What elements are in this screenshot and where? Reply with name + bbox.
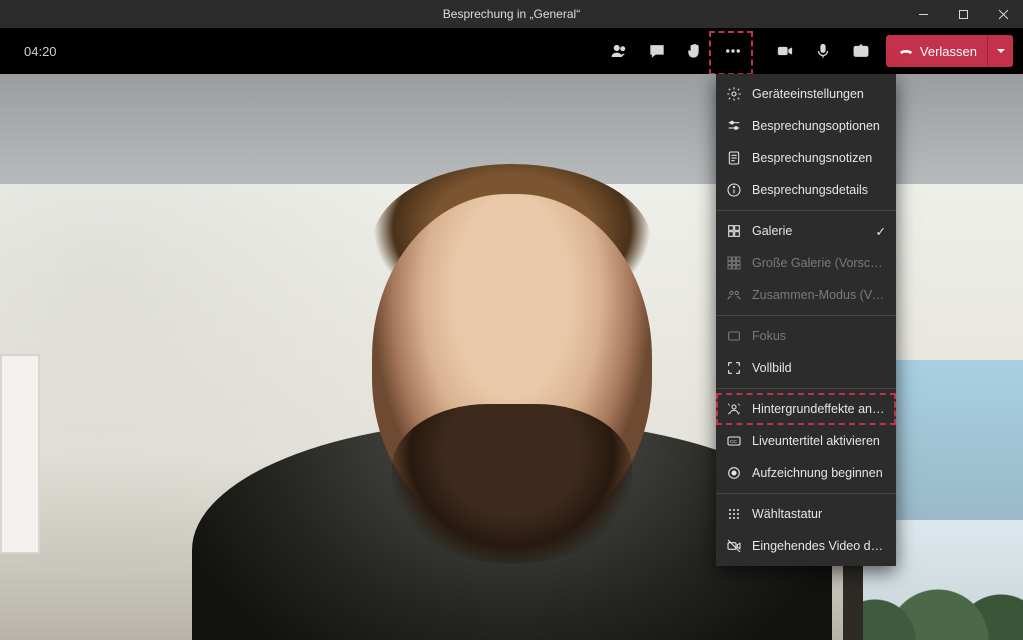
video-off-icon — [726, 538, 742, 554]
menu-item-label: Eingehendes Video deakt... — [752, 539, 886, 553]
info-icon — [726, 182, 742, 198]
menu-separator — [716, 388, 896, 389]
raise-hand-button[interactable] — [677, 33, 713, 69]
more-button[interactable] — [715, 33, 751, 69]
menu-item-together: Zusammen-Modus (Vorschau) — [716, 279, 896, 311]
mic-button[interactable] — [805, 33, 841, 69]
participants-button[interactable] — [601, 33, 637, 69]
menu-item-label: Große Galerie (Vorschau) — [752, 256, 886, 270]
gear-icon — [726, 86, 742, 102]
menu-item-label: Aufzeichnung beginnen — [752, 466, 886, 480]
title-bar: Besprechung in „General“ — [0, 0, 1023, 28]
more-menu: Geräteeinstellungen Besprechungsoptionen B… — [716, 74, 896, 566]
menu-item-label: Vollbild — [752, 361, 886, 375]
menu-item-dialpad[interactable]: Wähltastatur — [716, 498, 896, 530]
focus-icon — [726, 328, 742, 344]
menu-item-label: Liveuntertitel aktivieren — [752, 434, 886, 448]
leave-main[interactable]: Verlassen — [886, 42, 987, 61]
person-beard — [392, 404, 632, 564]
notes-icon — [726, 150, 742, 166]
menu-item-label: Hintergrundeffekte anwe... — [752, 402, 886, 416]
meeting-toolbar: 04:20 Verlassen — [0, 28, 1023, 74]
close-button[interactable] — [983, 0, 1023, 28]
menu-item-focus: Fokus — [716, 320, 896, 352]
together-icon — [726, 287, 742, 303]
menu-separator — [716, 493, 896, 494]
cc-icon: CC — [726, 433, 742, 449]
menu-item-label: Geräteeinstellungen — [752, 87, 886, 101]
menu-item-large-grid: Große Galerie (Vorschau) — [716, 247, 896, 279]
menu-item-label: Besprechungsoptionen — [752, 119, 886, 133]
dialpad-icon — [726, 506, 742, 522]
large-grid-icon — [726, 255, 742, 271]
fullscreen-icon — [726, 360, 742, 376]
menu-item-grid[interactable]: Galerie ✓ — [716, 215, 896, 247]
menu-item-cc[interactable]: CC Liveuntertitel aktivieren — [716, 425, 896, 457]
menu-item-background[interactable]: Hintergrundeffekte anwe... — [716, 393, 896, 425]
app-window: Besprechung in „General“ 04:20 — [0, 0, 1023, 640]
chat-button[interactable] — [639, 33, 675, 69]
menu-item-notes[interactable]: Besprechungsnotizen — [716, 142, 896, 174]
window-controls — [903, 0, 1023, 28]
sliders-icon — [726, 118, 742, 134]
leave-label: Verlassen — [920, 44, 977, 59]
menu-item-info[interactable]: Besprechungsdetails — [716, 174, 896, 206]
leave-caret[interactable] — [987, 35, 1013, 67]
menu-item-record[interactable]: Aufzeichnung beginnen — [716, 457, 896, 489]
share-button[interactable] — [843, 33, 879, 69]
menu-item-label: Fokus — [752, 329, 886, 343]
leave-button[interactable]: Verlassen — [886, 35, 1013, 67]
menu-item-label: Wähltastatur — [752, 507, 886, 521]
call-timer: 04:20 — [24, 44, 57, 59]
svg-text:CC: CC — [730, 439, 737, 444]
menu-item-label: Galerie — [752, 224, 866, 238]
check-icon: ✓ — [876, 224, 886, 239]
camera-button[interactable] — [767, 33, 803, 69]
menu-item-video-off[interactable]: Eingehendes Video deakt... — [716, 530, 896, 562]
whiteboard — [0, 354, 40, 554]
menu-item-sliders[interactable]: Besprechungsoptionen — [716, 110, 896, 142]
record-icon — [726, 465, 742, 481]
window-title: Besprechung in „General“ — [443, 7, 580, 21]
background-icon — [726, 401, 742, 417]
minimize-button[interactable] — [903, 0, 943, 28]
menu-item-label: Besprechungsdetails — [752, 183, 886, 197]
menu-item-fullscreen[interactable]: Vollbild — [716, 352, 896, 384]
menu-item-gear[interactable]: Geräteeinstellungen — [716, 78, 896, 110]
menu-item-label: Besprechungsnotizen — [752, 151, 886, 165]
hangup-icon — [898, 42, 914, 61]
maximize-button[interactable] — [943, 0, 983, 28]
menu-item-label: Zusammen-Modus (Vorschau) — [752, 288, 886, 302]
menu-separator — [716, 210, 896, 211]
grid-icon — [726, 223, 742, 239]
menu-separator — [716, 315, 896, 316]
